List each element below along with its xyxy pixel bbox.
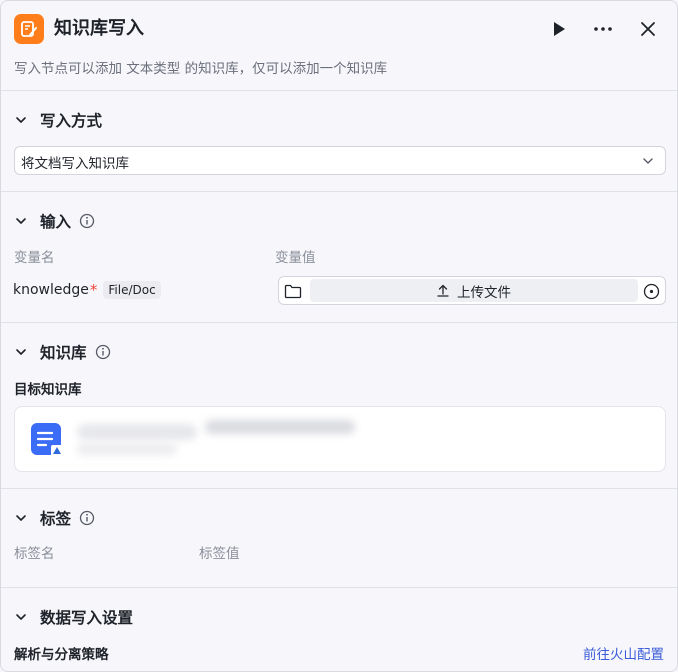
knowledge-document-icon — [31, 423, 63, 456]
section-title: 知识库 — [40, 344, 87, 362]
knowledge-base-section-header[interactable]: 知识库 — [14, 340, 111, 364]
close-button[interactable] — [636, 17, 660, 41]
volcano-config-link[interactable]: 前往火山配置 — [583, 643, 664, 663]
tag-value-column-label: 标签值 — [199, 546, 240, 562]
chevron-down-icon — [16, 117, 26, 123]
chevron-down-icon — [16, 515, 26, 521]
redacted-text — [77, 424, 197, 440]
panel-header: 知识库写入 — [1, 1, 677, 59]
tag-name-column-label: 标签名 — [14, 546, 55, 562]
knowledge-write-node-panel: 知识库写入 写入节点可以添加 文本类型 的知识库，仅可以添加一个知识库 写入方式… — [0, 0, 678, 672]
variable-name: knowledge — [13, 282, 89, 298]
variable-reference-button[interactable] — [642, 282, 660, 300]
section-title: 数据写入设置 — [40, 609, 134, 627]
parse-strategy-label: 解析与分离策略 — [14, 647, 109, 663]
run-button[interactable] — [547, 17, 571, 41]
upload-label: 上传文件 — [457, 284, 511, 301]
play-icon — [554, 22, 565, 36]
knowledge-base-card[interactable] — [14, 406, 666, 472]
chevron-down-icon — [16, 218, 26, 224]
target-knowledge-base-label: 目标知识库 — [14, 382, 82, 398]
divider — [1, 587, 677, 588]
divider — [1, 191, 677, 192]
more-button[interactable] — [591, 17, 615, 41]
input-section-header[interactable]: 输入 — [14, 209, 95, 233]
write-mode-select[interactable]: 将文档写入知识库 — [14, 146, 666, 175]
section-title: 写入方式 — [40, 112, 103, 130]
chevron-down-icon — [643, 158, 653, 164]
info-icon[interactable] — [95, 344, 111, 360]
variable-reference-icon — [643, 283, 659, 299]
close-icon — [641, 22, 655, 36]
tags-section-header[interactable]: 标签 — [14, 506, 95, 530]
input-variable-row: knowledge * File/Doc — [13, 281, 161, 299]
upload-file-button[interactable]: 上传文件 — [310, 279, 638, 302]
section-title: 标签 — [40, 510, 72, 528]
info-icon[interactable] — [79, 213, 95, 229]
upload-icon — [437, 284, 449, 297]
chevron-down-icon — [16, 614, 26, 620]
folder-icon — [284, 284, 302, 298]
panel-title: 知识库写入 — [54, 18, 144, 39]
variable-name-column-label: 变量名 — [14, 250, 55, 266]
redacted-text — [77, 443, 177, 455]
required-mark: * — [89, 281, 98, 299]
chevron-down-icon — [16, 349, 26, 355]
divider — [1, 488, 677, 489]
redacted-text — [205, 420, 355, 434]
select-value: 将文档写入知识库 — [21, 156, 129, 172]
info-icon[interactable] — [79, 510, 95, 526]
variable-value-column-label: 变量值 — [275, 250, 316, 266]
divider — [1, 90, 677, 91]
panel-subtitle: 写入节点可以添加 文本类型 的知识库，仅可以添加一个知识库 — [14, 61, 388, 77]
knowledge-write-icon — [14, 14, 44, 44]
write-mode-section-header[interactable]: 写入方式 — [14, 108, 102, 132]
type-badge: File/Doc — [103, 281, 161, 299]
divider — [1, 322, 677, 323]
data-write-settings-section-header[interactable]: 数据写入设置 — [14, 605, 133, 629]
folder-button[interactable] — [281, 280, 305, 302]
section-title: 输入 — [40, 213, 72, 231]
more-icon — [594, 27, 612, 31]
variable-value-field: 上传文件 — [278, 276, 666, 305]
